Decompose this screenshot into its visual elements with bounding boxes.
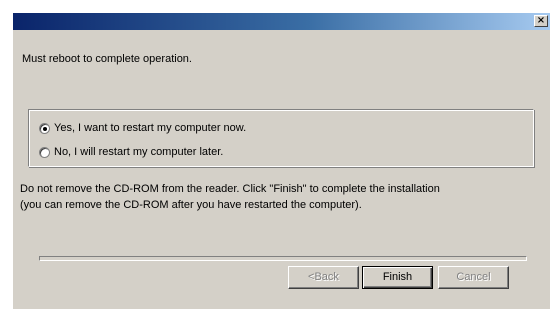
restart-options-group: Yes, I want to restart my computer now. … [28, 109, 534, 167]
restart-dialog: × Must reboot to complete operation. Yes… [0, 0, 553, 309]
dialog-body: Must reboot to complete operation. Yes, … [13, 30, 550, 309]
restart-later-radio[interactable] [39, 146, 50, 158]
cdrom-note-line-1: Do not remove the CD-ROM from the reader… [20, 183, 440, 195]
restart-now-label[interactable]: Yes, I want to restart my computer now. [54, 122, 246, 134]
option-restart-later[interactable]: No, I will restart my computer later. [39, 145, 223, 159]
restart-later-label[interactable]: No, I will restart my computer later. [54, 146, 223, 158]
close-icon: × [536, 15, 546, 26]
title-bar[interactable]: × [13, 13, 550, 30]
option-restart-now[interactable]: Yes, I want to restart my computer now. [39, 121, 246, 135]
radio-selected-dot [43, 126, 47, 131]
cancel-button[interactable]: Cancel [438, 266, 509, 289]
close-button[interactable]: × [534, 15, 548, 27]
restart-now-radio[interactable] [39, 122, 50, 134]
separator-line [39, 256, 527, 261]
cdrom-note-line-2: (you can remove the CD-ROM after you hav… [20, 199, 362, 211]
reboot-message: Must reboot to complete operation. [22, 53, 192, 65]
back-button[interactable]: <Back [288, 266, 359, 289]
finish-button[interactable]: Finish [362, 266, 433, 289]
